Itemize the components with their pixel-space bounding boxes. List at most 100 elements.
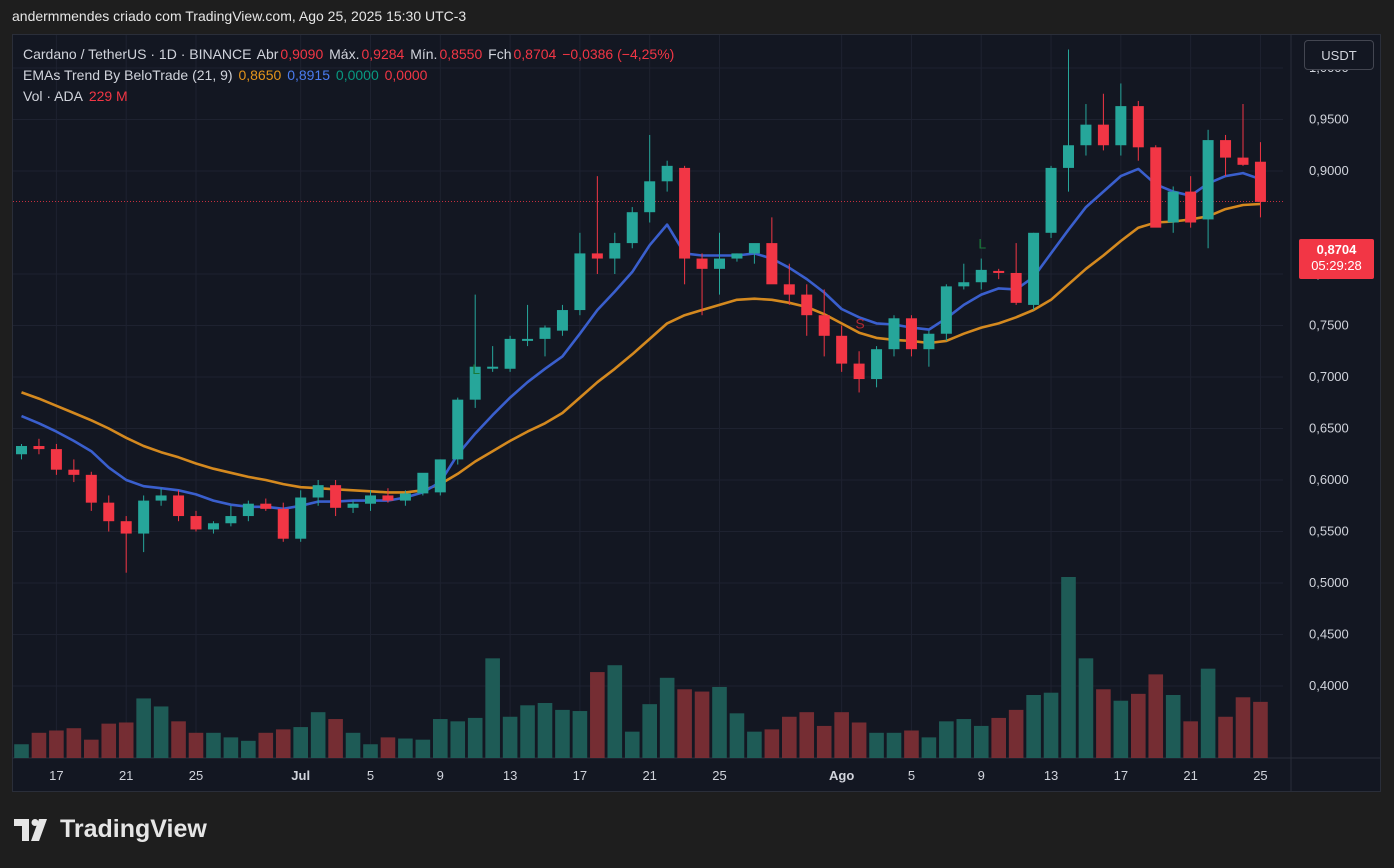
candle-body [207,523,219,530]
volume-bar [572,711,588,758]
candle-body [85,474,97,503]
volume-bar [782,716,797,758]
volume-bar [956,719,972,758]
candle-body [556,310,568,331]
chart-panel[interactable]: 1,00000,95000,90000,80000,75000,70000,65… [12,34,1381,792]
candle-body [1185,191,1197,223]
candle-body [871,349,883,380]
candle-body [120,521,132,534]
candle-body [417,472,429,494]
legend-volume[interactable]: Vol · ADA 229 M [23,88,130,104]
volume-bar [642,704,657,758]
candle-body [539,327,551,339]
candle-body [714,258,725,269]
candle-body [679,167,691,259]
candle-body [452,399,464,460]
tradingview-logo-icon [14,818,47,841]
volume-bar [799,712,815,758]
bar-countdown: 05:29:28 [1311,258,1362,273]
volume-bar [206,732,221,758]
volume-bar [677,689,692,758]
legend-change: −0,0386 (−4,25%) [562,46,675,62]
legend-ema-name: EMAs Trend By BeloTrade (21, 9) [23,67,233,83]
brand-name: TradingView [60,815,207,843]
volume-bar [467,717,483,758]
candle-body [783,284,795,295]
x-tick-label: 5 [908,768,915,783]
legend-ema-v2: 0,8915 [287,67,331,83]
candle-body [50,449,62,470]
last-price-tag: 0,8704 05:29:28 [1299,239,1374,279]
legend-ema-v3: 0,0000 [335,67,379,83]
candle-body [1167,191,1179,223]
candle-body [766,243,778,285]
volume-bar [904,730,919,758]
y-tick-label: 0,9500 [1309,112,1349,127]
y-tick-label: 0,4500 [1309,627,1349,642]
x-tick-label: 17 [1114,768,1128,783]
volume-bar [66,728,82,758]
legend-high-label: Máx. [329,46,360,62]
ema-fast-line [21,167,1261,511]
volume-bar [136,698,151,758]
signal-label: L [472,361,480,377]
volume-bar [816,725,832,758]
volume-bar [537,703,553,758]
volume-bar [502,716,518,758]
volume-bar [275,729,291,758]
candle-body [818,315,830,336]
volume-bar [1235,697,1251,758]
candle-body [1080,124,1092,146]
x-tick-label: Ago [829,768,854,783]
volume-bar [1218,716,1233,758]
candle-body [1237,157,1249,165]
volume-bar [921,737,937,758]
candle-body [522,338,534,341]
volume-bar [1096,689,1111,758]
candle-body [696,258,708,269]
volume-bar [624,731,640,758]
candle-body [295,497,307,539]
volume-bar [991,717,1006,758]
volume-bar [223,737,239,758]
volume-bar [834,712,849,758]
candle-body [905,318,917,350]
volume-bar [1113,700,1129,758]
volume-bar [1183,721,1198,758]
volume-bar [747,731,762,758]
candlestick-chart[interactable]: 1,00000,95000,90000,80000,75000,70000,65… [13,35,1380,791]
volume-bar [380,737,396,758]
x-tick-label: 9 [978,768,985,783]
candle-body [591,253,603,259]
candle-body [1220,140,1232,158]
volume-bar [363,744,378,758]
volume-bar [328,719,343,758]
candle-body [853,363,865,380]
legend-high: 0,9284 [361,46,405,62]
candle-body [1115,106,1127,146]
candle-body [940,286,952,334]
brand-logo[interactable]: TradingView [14,815,207,844]
candle-body [1063,145,1074,168]
legend-open: 0,9090 [280,46,324,62]
legend-ema-v4: 0,0000 [384,67,428,83]
currency-button[interactable]: USDT [1304,40,1374,70]
volume-bar [939,721,954,758]
y-tick-label: 0,7000 [1309,369,1349,384]
volume-bar [712,686,727,758]
volume-bar [1061,577,1076,758]
volume-bar [1131,693,1146,758]
legend-ema[interactable]: EMAs Trend By BeloTrade (21, 9) 0,8650 0… [23,67,429,83]
volume-bar [171,721,186,758]
candle-body [644,181,656,213]
x-tick-label: 17 [49,768,63,783]
volume-bar [1148,674,1164,758]
legend-symbol: Cardano / TetherUS · 1D · BINANCE Abr 0,9… [23,46,676,62]
volume-bar [188,732,204,758]
candle-body [68,469,80,475]
x-tick-label: 25 [712,768,726,783]
candle-body [382,495,394,501]
volume-bar [153,706,169,758]
volume-bar [258,732,274,758]
x-tick-label: 21 [1183,768,1197,783]
